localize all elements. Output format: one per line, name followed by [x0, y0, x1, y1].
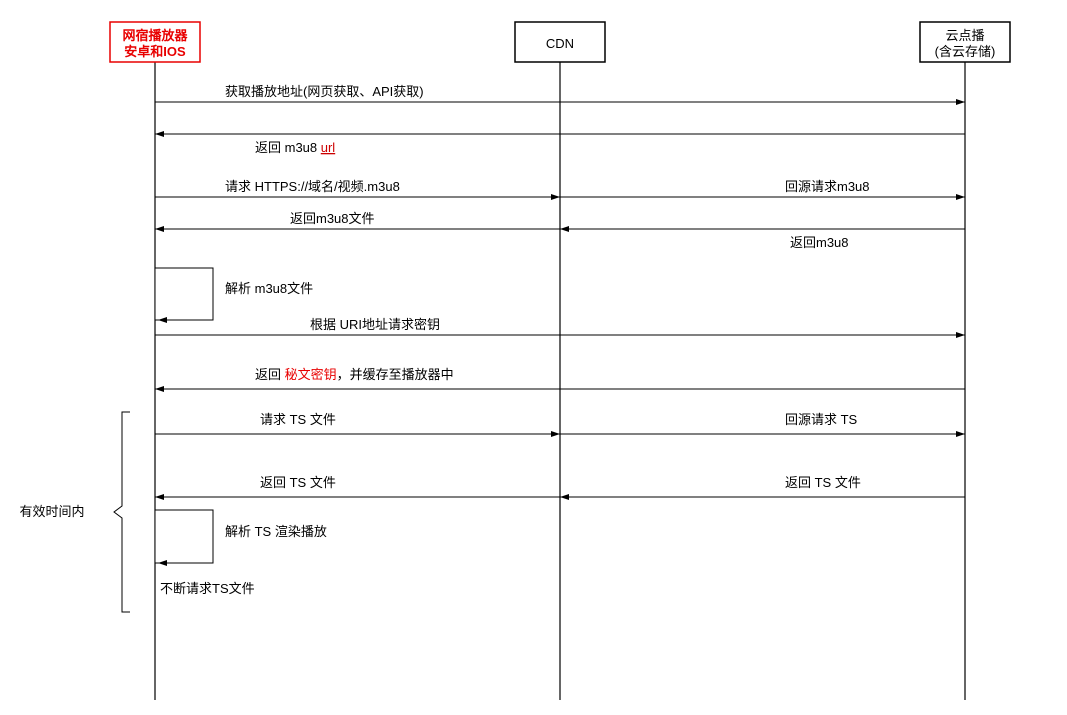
message-label-11: 请求 TS 文件: [260, 412, 336, 427]
message-label-4: 回源请求m3u8: [785, 179, 870, 194]
message-label-9: 根据 URI地址请求密钥: [310, 317, 440, 332]
participant-label-cdn: CDN: [546, 36, 574, 51]
message-label-8: 解析 m3u8文件: [225, 281, 313, 296]
message-label-14: 返回 TS 文件: [260, 475, 336, 490]
message-label-7: 返回m3u8: [790, 235, 849, 250]
participant-label-vod-2: (含云存储): [935, 44, 996, 59]
activation-15: [155, 510, 213, 563]
bracket-label: 有效时间内: [19, 504, 84, 519]
message-label-0: 获取播放地址(网页获取、API获取): [225, 84, 424, 99]
sequence-diagram: 网宿播放器安卓和IOS CDN 云点播(含云存储) 获取播放地址(网页获取、API获取…: [0, 0, 1067, 715]
message-label-2: 返回 m3u8 url: [255, 140, 335, 155]
message-label-16: 不断请求TS文件: [160, 581, 255, 596]
participant-label-player-2: 安卓和IOS: [124, 44, 186, 59]
participant-label-vod-1: 云点播: [945, 28, 984, 43]
message-label-3: 请求 HTTPS://域名/视频.m3u8: [225, 179, 400, 194]
message-label-15: 解析 TS 渲染播放: [225, 524, 327, 539]
message-label-12: 回源请求 TS: [785, 412, 858, 427]
message-label-5: 返回m3u8文件: [290, 211, 375, 226]
participant-label-player-1: 网宿播放器: [122, 28, 188, 43]
message-label-13: 返回 TS 文件: [785, 475, 861, 490]
bracket: [114, 412, 130, 612]
message-label-10: 返回 秘文密钥，并缓存至播放器中: [255, 367, 454, 382]
activation-8: [155, 268, 213, 320]
